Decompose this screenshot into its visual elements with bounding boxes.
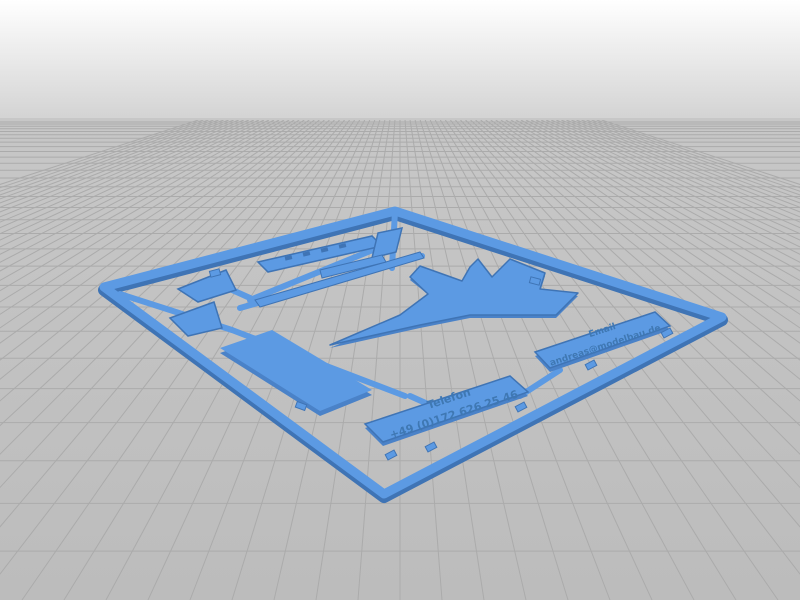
print-preview-viewport: Telefon +49 (0)172 626 25 46 Email andre… [0, 0, 800, 600]
background-sky [0, 0, 800, 130]
print-preview-scene: Telefon +49 (0)172 626 25 46 Email andre… [0, 0, 800, 600]
